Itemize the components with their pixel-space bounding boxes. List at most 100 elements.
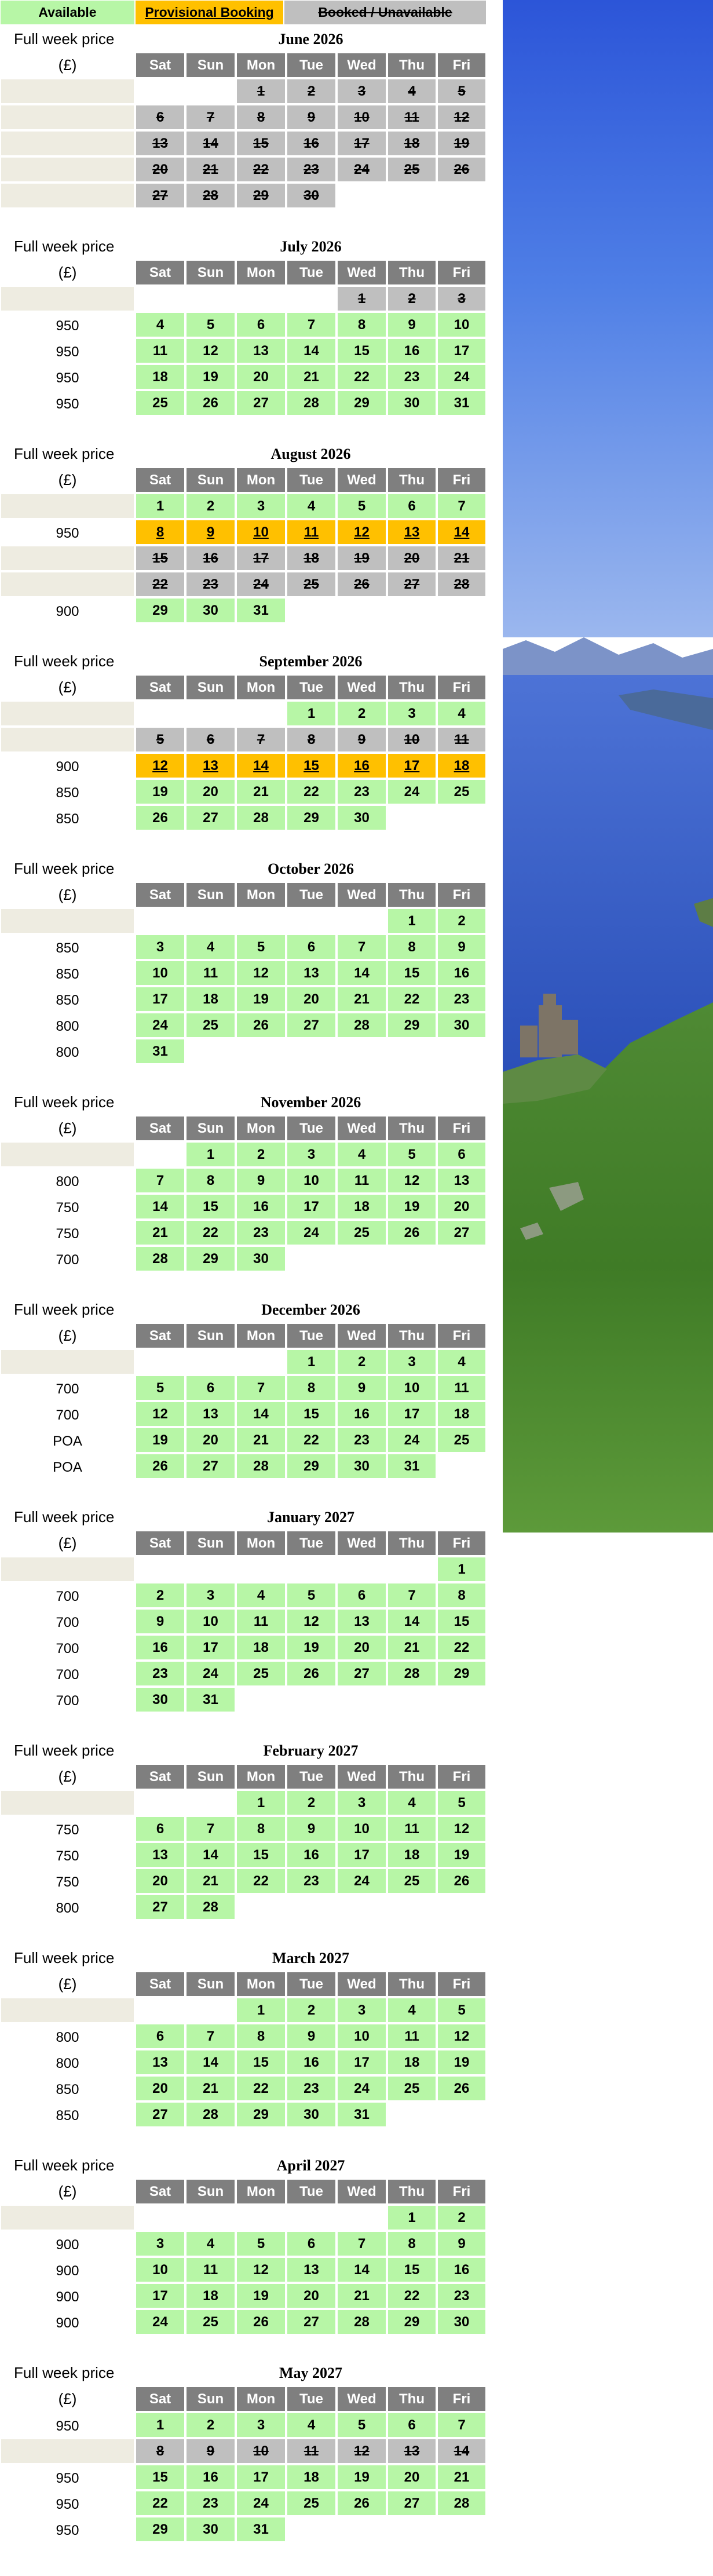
day-cell-available[interactable]: 6 [387, 2412, 437, 2438]
day-cell-available[interactable]: 28 [337, 1012, 387, 1038]
day-cell-available[interactable]: 14 [387, 1608, 437, 1634]
day-cell-available[interactable]: 15 [185, 1194, 236, 1220]
day-cell-available[interactable]: 10 [135, 960, 185, 986]
day-cell-available[interactable]: 31 [437, 390, 487, 416]
day-cell-available[interactable]: 16 [387, 338, 437, 364]
day-cell-available[interactable]: 19 [135, 779, 185, 805]
day-cell-available[interactable]: 19 [236, 2283, 286, 2309]
day-cell-available[interactable]: 7 [337, 2231, 387, 2257]
day-cell-available[interactable]: 3 [337, 1997, 387, 2023]
day-cell-available[interactable]: 8 [437, 1582, 487, 1608]
day-cell-available[interactable]: 8 [337, 312, 387, 338]
day-cell-available[interactable]: 26 [185, 390, 236, 416]
day-cell-available[interactable]: 9 [437, 2231, 487, 2257]
day-cell-available[interactable]: 28 [185, 1894, 236, 1920]
day-cell-available[interactable]: 18 [185, 986, 236, 1012]
day-cell-available[interactable]: 26 [135, 1453, 185, 1479]
day-cell-available[interactable]: 22 [337, 364, 387, 390]
day-cell-available[interactable]: 25 [337, 1220, 387, 1246]
day-cell-available[interactable]: 27 [437, 1220, 487, 1246]
day-cell-available[interactable]: 4 [286, 493, 337, 519]
day-cell-available[interactable]: 7 [236, 1375, 286, 1401]
day-cell-available[interactable]: 3 [387, 700, 437, 727]
day-cell-available[interactable]: 15 [236, 1842, 286, 1868]
day-cell-available[interactable]: 26 [337, 2490, 387, 2516]
day-cell-available[interactable]: 9 [236, 1167, 286, 1194]
day-cell-available[interactable]: 15 [437, 1608, 487, 1634]
day-cell-available[interactable]: 15 [337, 338, 387, 364]
day-cell-available[interactable]: 9 [387, 312, 437, 338]
day-cell-available[interactable]: 16 [236, 1194, 286, 1220]
day-cell-available[interactable]: 9 [286, 1816, 337, 1842]
day-cell-available[interactable]: 26 [387, 1220, 437, 1246]
day-cell-available[interactable]: 5 [236, 2231, 286, 2257]
day-cell-available[interactable]: 4 [286, 2412, 337, 2438]
day-cell-available[interactable]: 18 [135, 364, 185, 390]
day-cell-available[interactable]: 25 [437, 1427, 487, 1453]
day-cell-available[interactable]: 21 [337, 2283, 387, 2309]
day-cell-available[interactable]: 25 [437, 779, 487, 805]
day-cell-available[interactable]: 17 [286, 1194, 337, 1220]
day-cell-available[interactable]: 4 [337, 1141, 387, 1167]
day-cell-available[interactable]: 30 [437, 2309, 487, 2335]
day-cell-available[interactable]: 5 [387, 1141, 437, 1167]
day-cell-available[interactable]: 25 [185, 2309, 236, 2335]
day-cell-available[interactable]: 14 [185, 1842, 236, 1868]
day-cell-available[interactable]: 13 [286, 960, 337, 986]
day-cell-available[interactable]: 25 [236, 1661, 286, 1687]
day-cell-available[interactable]: 25 [286, 2490, 337, 2516]
day-cell-available[interactable]: 26 [437, 1868, 487, 1894]
day-cell-available[interactable]: 30 [387, 390, 437, 416]
day-cell-available[interactable]: 22 [437, 1634, 487, 1661]
day-cell-available[interactable]: 23 [236, 1220, 286, 1246]
day-cell-available[interactable]: 30 [185, 2516, 236, 2542]
day-cell-available[interactable]: 31 [236, 2516, 286, 2542]
day-cell-available[interactable]: 19 [286, 1634, 337, 1661]
day-cell-available[interactable]: 19 [185, 364, 236, 390]
day-cell-available[interactable]: 6 [286, 2231, 337, 2257]
day-cell-available[interactable]: 26 [286, 1661, 337, 1687]
day-cell-available[interactable]: 28 [236, 1453, 286, 1479]
day-cell-available[interactable]: 6 [437, 1141, 487, 1167]
day-cell-available[interactable]: 29 [135, 2516, 185, 2542]
day-cell-available[interactable]: 13 [135, 1842, 185, 1868]
day-cell-available[interactable]: 24 [437, 364, 487, 390]
day-cell-available[interactable]: 13 [185, 1401, 236, 1427]
day-cell-available[interactable]: 14 [135, 1194, 185, 1220]
day-cell-available[interactable]: 19 [437, 1842, 487, 1868]
day-cell-available[interactable]: 1 [387, 2205, 437, 2231]
day-cell-available[interactable]: 11 [185, 960, 236, 986]
day-cell-available[interactable]: 3 [236, 493, 286, 519]
day-cell-available[interactable]: 20 [185, 779, 236, 805]
day-cell-available[interactable]: 29 [236, 2101, 286, 2128]
day-cell-available[interactable]: 25 [387, 1868, 437, 1894]
day-cell-available[interactable]: 10 [185, 1608, 236, 1634]
day-cell-available[interactable]: 29 [286, 805, 337, 831]
day-cell-available[interactable]: 17 [236, 2464, 286, 2490]
day-cell-available[interactable]: 24 [135, 1012, 185, 1038]
day-cell-available[interactable]: 18 [286, 2464, 337, 2490]
day-cell-available[interactable]: 19 [135, 1427, 185, 1453]
day-cell-available[interactable]: 25 [387, 2075, 437, 2101]
day-cell-available[interactable]: 7 [135, 1167, 185, 1194]
day-cell-available[interactable]: 30 [337, 1453, 387, 1479]
day-cell-available[interactable]: 6 [185, 1375, 236, 1401]
day-cell-available[interactable]: 11 [337, 1167, 387, 1194]
day-cell-available[interactable]: 17 [337, 1842, 387, 1868]
day-cell-available[interactable]: 3 [286, 1141, 337, 1167]
day-cell-available[interactable]: 23 [286, 2075, 337, 2101]
day-cell-available[interactable]: 2 [286, 1997, 337, 2023]
day-cell-available[interactable]: 20 [387, 2464, 437, 2490]
day-cell-available[interactable]: 1 [437, 1556, 487, 1582]
day-cell-available[interactable]: 16 [437, 2257, 487, 2283]
day-cell-available[interactable]: 5 [437, 1997, 487, 2023]
day-cell-available[interactable]: 29 [286, 1453, 337, 1479]
day-cell-available[interactable]: 4 [185, 934, 236, 960]
day-cell-available[interactable]: 23 [437, 986, 487, 1012]
day-cell-available[interactable]: 30 [185, 597, 236, 623]
day-cell-available[interactable]: 31 [387, 1453, 437, 1479]
day-cell-available[interactable]: 13 [135, 2049, 185, 2075]
day-cell-available[interactable]: 19 [437, 2049, 487, 2075]
day-cell-available[interactable]: 11 [387, 2023, 437, 2049]
day-cell-available[interactable]: 13 [286, 2257, 337, 2283]
